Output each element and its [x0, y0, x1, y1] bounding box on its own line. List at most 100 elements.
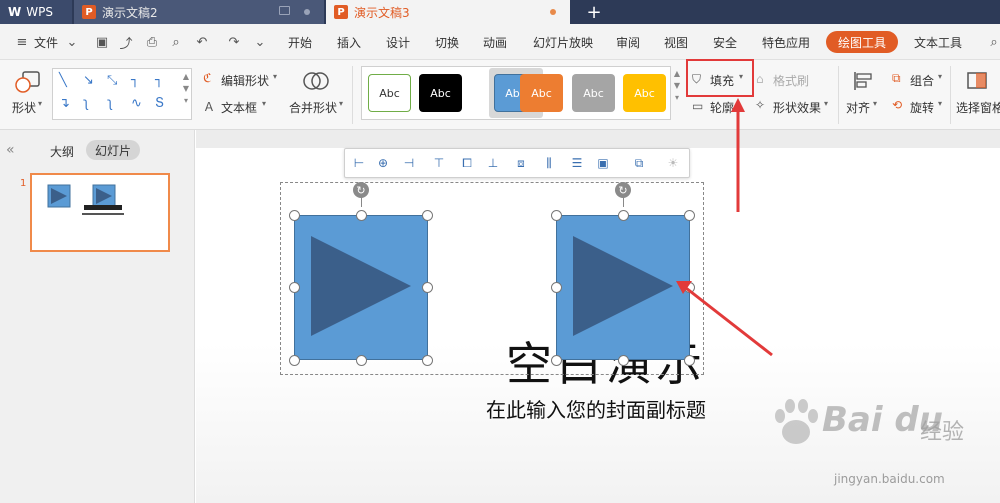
resize-handle[interactable] [684, 282, 695, 293]
menu-text-tools[interactable]: 文本工具 [914, 34, 962, 51]
align-button[interactable]: 对齐 [846, 99, 870, 116]
save-icon[interactable]: ▣ [94, 34, 110, 50]
shape-style-gallery[interactable]: Abc Abc Abc Abc Abc Abc [361, 66, 671, 120]
elbow-arrow-icon[interactable]: ┐ [155, 73, 163, 88]
group-objects-icon[interactable]: ⧉ [631, 155, 647, 171]
rotate-handle-icon[interactable]: ↻ [615, 182, 631, 198]
curve-icon[interactable]: ∿ [131, 96, 142, 111]
resize-handle[interactable] [289, 210, 300, 221]
chevron-down-icon[interactable]: ▾ [938, 72, 942, 81]
print-preview-icon[interactable]: ⌕ [168, 34, 184, 50]
shape-gallery[interactable]: ╲ ↘ ⤡ ┐ ┐ ↴ ʅ ʅ ∿ Տ ▲ ▼ ▾ [52, 68, 192, 120]
resize-handle[interactable] [618, 355, 629, 366]
resize-handle[interactable] [551, 210, 562, 221]
distribute-horizontal-icon[interactable]: ⧈ [513, 155, 529, 171]
resize-handle[interactable] [422, 355, 433, 366]
line-icon[interactable]: ╲ [59, 73, 67, 88]
rotate-button[interactable]: 旋转 [910, 99, 934, 116]
shape-button[interactable]: 形状 [12, 99, 36, 116]
edit-shape-button[interactable]: 编辑形状 [221, 72, 269, 89]
lightbulb-icon[interactable]: ☀ [665, 155, 681, 171]
menu-file[interactable]: 文件 [34, 34, 58, 51]
style-swatch-gray[interactable]: Abc [572, 74, 615, 112]
merge-shape-icon[interactable] [302, 68, 330, 94]
chevron-down-icon[interactable]: ⌄ [64, 34, 80, 50]
freeform-icon[interactable]: Տ [155, 96, 164, 111]
menu-animation[interactable]: 动画 [483, 34, 507, 51]
chevron-down-icon[interactable]: ▾ [339, 99, 343, 108]
chevron-down-icon[interactable]: ▾ [38, 99, 42, 108]
format-brush-button[interactable]: 格式刷 [773, 72, 809, 89]
print-icon[interactable]: ⎙ [144, 34, 160, 50]
selection-pane-button[interactable]: 选择窗格 [956, 99, 1000, 116]
style-swatch-orange[interactable]: Abc [520, 74, 563, 112]
slide-subtitle[interactable]: 在此输入您的封面副标题 [486, 394, 706, 423]
resize-handle[interactable] [618, 210, 629, 221]
collapse-panel-icon[interactable]: « [6, 142, 15, 158]
rotate-handle-icon[interactable]: ↻ [353, 182, 369, 198]
menu-drawing-tools[interactable]: 绘图工具 [826, 31, 898, 53]
menu-home[interactable]: 开始 [288, 34, 312, 51]
merge-shape-button[interactable]: 合并形状 [289, 99, 337, 116]
slide-thumbnail[interactable] [30, 173, 170, 252]
style-gallery-scroll[interactable]: ▲ ▼ ▾ [672, 68, 682, 104]
curved-connector-icon[interactable]: ʅ [83, 96, 89, 111]
distribute-vertical-icon[interactable]: ☰ [569, 155, 585, 171]
align-center-icon[interactable]: ⊕ [375, 155, 391, 171]
resize-handle[interactable] [356, 210, 367, 221]
share-icon[interactable]: ⤴ [118, 34, 134, 52]
elbow-double-icon[interactable]: ↴ [59, 96, 70, 111]
wps-home-tab[interactable]: W WPS [0, 0, 72, 24]
menu-insert[interactable]: 插入 [337, 34, 361, 51]
style-swatch-white[interactable]: Abc [368, 74, 411, 112]
resize-handle[interactable] [551, 282, 562, 293]
chevron-down-icon[interactable]: ▾ [873, 99, 877, 108]
resize-handle[interactable] [422, 210, 433, 221]
align-middle-icon[interactable]: ⧠ [459, 155, 475, 171]
align-left-icon[interactable]: ⊢ [351, 155, 367, 171]
align-bottom-icon[interactable]: ⊥ [485, 155, 501, 171]
outline-button[interactable]: 轮廓 [710, 99, 734, 116]
chevron-down-icon[interactable]: ▾ [262, 99, 266, 108]
align-right-icon[interactable]: ⊣ [401, 155, 417, 171]
chevron-down-icon[interactable]: ▾ [938, 99, 942, 108]
chevron-down-icon[interactable]: ▾ [273, 72, 277, 81]
menu-special[interactable]: 特色应用 [762, 34, 810, 51]
resize-handle[interactable] [422, 282, 433, 293]
tab-outline[interactable]: 大纲 [50, 143, 74, 160]
blue-square-shape-2[interactable] [556, 215, 690, 360]
selection-pane-icon[interactable] [966, 70, 990, 92]
resize-handle[interactable] [684, 355, 695, 366]
menu-security[interactable]: 安全 [713, 34, 737, 51]
menu-view[interactable]: 视图 [664, 34, 688, 51]
textbox-button[interactable]: 文本框 [221, 99, 257, 116]
resize-handle[interactable] [356, 355, 367, 366]
shape-effect-button[interactable]: 形状效果 [773, 99, 821, 116]
resize-handle[interactable] [684, 210, 695, 221]
gallery-scroll[interactable]: ▲ ▼ ▾ [181, 71, 191, 107]
resize-handle[interactable] [289, 282, 300, 293]
style-swatch-gold[interactable]: Abc [623, 74, 666, 112]
arrow-line-icon[interactable]: ↘ [83, 73, 94, 88]
elbow-connector-icon[interactable]: ┐ [131, 73, 139, 88]
document-tab-3[interactable]: P 演示文稿3 [326, 0, 570, 24]
menu-transition[interactable]: 切换 [435, 34, 459, 51]
distribute-columns-icon[interactable]: ⫼ [541, 155, 557, 171]
customize-icon[interactable]: ⌄ [252, 34, 268, 50]
resize-handle[interactable] [289, 355, 300, 366]
hamburger-menu-icon[interactable]: ≡ [14, 34, 30, 50]
tab-slides[interactable]: 幻灯片 [86, 140, 140, 160]
menu-design[interactable]: 设计 [386, 34, 410, 51]
undo-icon[interactable]: ↶ [194, 34, 210, 50]
align-top-icon[interactable]: ⊤ [431, 155, 447, 171]
document-tab-2[interactable]: P 演示文稿2 [74, 0, 324, 24]
shape-icon[interactable] [14, 68, 42, 94]
new-tab-button[interactable]: + [584, 0, 604, 24]
chevron-down-icon[interactable]: ▾ [824, 99, 828, 108]
resize-handle[interactable] [551, 355, 562, 366]
double-arrow-icon[interactable]: ⤡ [107, 73, 117, 88]
menu-slideshow[interactable]: 幻灯片放映 [533, 34, 593, 51]
slide-align-icon[interactable]: ▣ [595, 155, 611, 171]
search-icon[interactable]: ⌕ [986, 34, 1000, 50]
style-swatch-black[interactable]: Abc [419, 74, 462, 112]
